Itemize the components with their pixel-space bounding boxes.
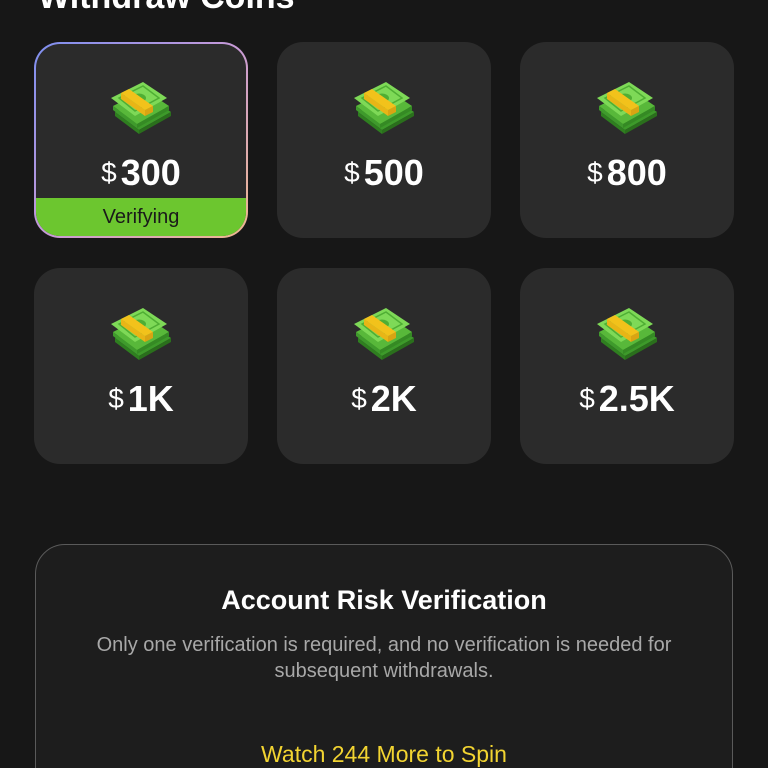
withdraw-amount: $2K xyxy=(277,378,491,420)
withdraw-options-grid: $300 Verifying $500 $800 $1K $2K $ 2.5K xyxy=(34,42,734,464)
amount-value: 300 xyxy=(120,152,181,193)
withdraw-amount: $800 xyxy=(520,152,734,194)
page-title: Withdraw Coins xyxy=(38,0,295,17)
currency-symbol: $ xyxy=(108,383,124,414)
withdraw-screen: Withdraw Coins $300 Verifying $500 $800 … xyxy=(0,0,768,768)
money-stack-icon xyxy=(110,307,172,361)
money-stack-icon xyxy=(353,307,415,361)
amount-value: 800 xyxy=(606,152,667,193)
currency-symbol: $ xyxy=(344,157,360,188)
amount-value: 1K xyxy=(127,378,174,419)
money-stack-icon xyxy=(353,81,415,135)
withdraw-option-500[interactable]: $500 xyxy=(277,42,491,238)
money-stack-icon xyxy=(596,81,658,135)
withdraw-option-800[interactable]: $800 xyxy=(520,42,734,238)
withdraw-option-1k[interactable]: $1K xyxy=(34,268,248,464)
verification-title: Account Risk Verification xyxy=(221,585,547,615)
withdraw-option-2k[interactable]: $2K xyxy=(277,268,491,464)
withdraw-amount: $500 xyxy=(277,152,491,194)
amount-value: 500 xyxy=(363,152,424,193)
withdraw-option-300[interactable]: $300 Verifying xyxy=(34,42,248,238)
currency-symbol: $ xyxy=(351,383,367,414)
withdraw-amount: $2.5K xyxy=(520,378,734,420)
currency-symbol: $ xyxy=(101,157,117,188)
withdraw-option-2-5k[interactable]: $2.5K xyxy=(520,268,734,464)
amount-value: 2K xyxy=(370,378,417,419)
verification-panel: Account Risk Verification Only one verif… xyxy=(35,544,733,768)
status-badge: Verifying xyxy=(36,198,246,236)
currency-symbol: $ xyxy=(587,157,603,188)
withdraw-amount: $1K xyxy=(34,378,248,420)
currency-symbol: $ xyxy=(579,383,595,414)
money-stack-icon xyxy=(110,81,172,135)
watch-to-spin-link[interactable]: Watch 244 More to Spin xyxy=(36,741,732,768)
amount-value: 2.5K xyxy=(598,378,675,419)
withdraw-amount: $300 xyxy=(36,152,246,194)
money-stack-icon xyxy=(596,307,658,361)
verification-description: Only one verification is required, and n… xyxy=(96,634,672,682)
